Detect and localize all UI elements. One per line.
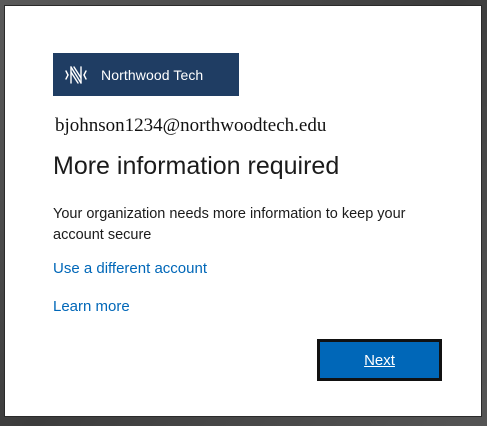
use-different-account-link[interactable]: Use a different account bbox=[53, 260, 207, 277]
page-title: More information required bbox=[53, 152, 340, 180]
account-email: bjohnson1234@northwoodtech.edu bbox=[55, 115, 327, 136]
northwood-n-logo-icon bbox=[65, 65, 87, 84]
learn-more-link[interactable]: Learn more bbox=[53, 298, 130, 315]
brand-logo: Northwood Tech bbox=[53, 53, 239, 96]
sign-in-dialog: Northwood Tech bjohnson1234@northwoodtec… bbox=[4, 5, 482, 417]
next-button[interactable]: Next bbox=[317, 339, 442, 381]
description-text: Your organization needs more information… bbox=[53, 206, 406, 243]
brand-name: Northwood Tech bbox=[101, 66, 204, 83]
